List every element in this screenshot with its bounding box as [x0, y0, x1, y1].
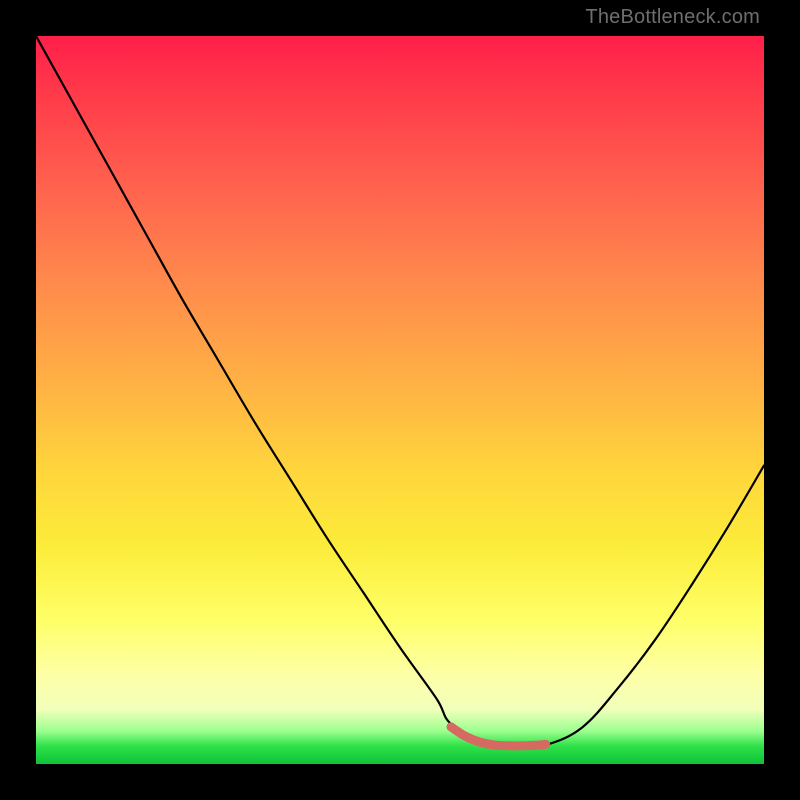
watermark-text: TheBottleneck.com: [585, 6, 760, 29]
plot-area: [36, 36, 764, 764]
chart-frame: TheBottleneck.com: [0, 0, 800, 800]
sweet-spot-path: [451, 727, 546, 746]
chart-svg: [36, 36, 764, 764]
bottleneck-curve-path: [36, 36, 764, 747]
